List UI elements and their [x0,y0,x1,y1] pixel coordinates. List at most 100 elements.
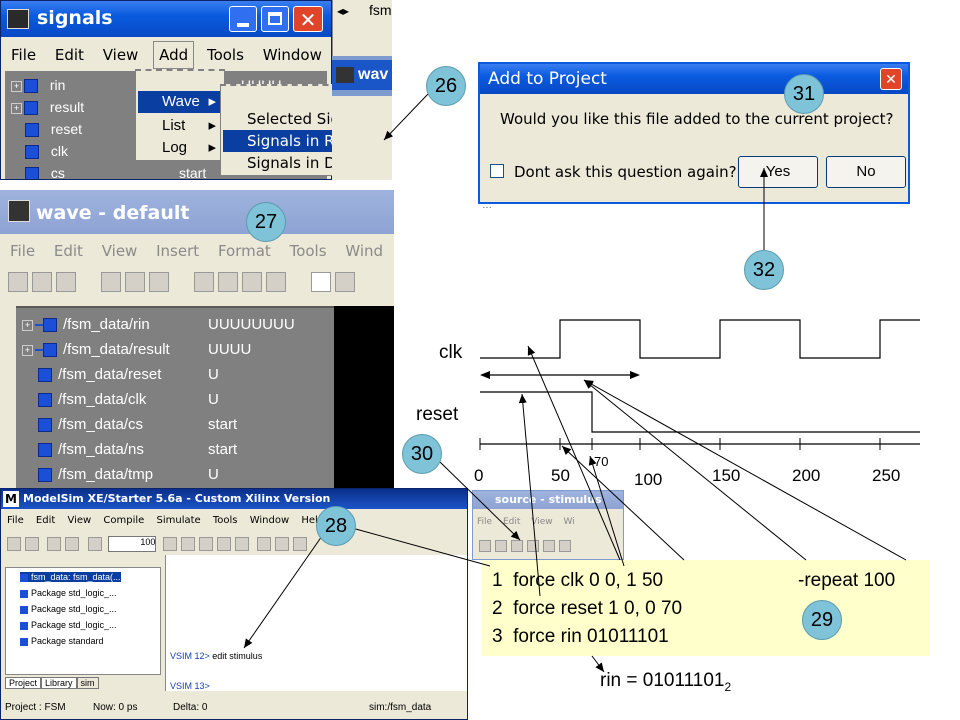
zoom-field[interactable]: 100 [108,535,157,552]
wave-signal-row[interactable]: /fsm_data/ns start [38,441,237,463]
menu-simulate[interactable]: Simulate [157,513,201,529]
expand-icon[interactable]: + [11,80,22,92]
step-icon[interactable] [162,536,177,551]
nav-arrows-icon[interactable]: ◂▸ [337,4,349,18]
menu-window[interactable]: Window [250,513,289,529]
fsm-tab[interactable]: fsm [369,2,392,18]
menu-file[interactable]: File [477,515,492,529]
menu-add[interactable]: Add [153,41,195,69]
pointer-icon[interactable] [310,272,331,292]
close-button[interactable]: ✕ [293,6,323,32]
signal-row-cs[interactable]: cs start [25,165,206,179]
menu-window[interactable]: Wi [563,515,574,529]
menu-format[interactable]: Format [218,238,271,264]
run-all-icon[interactable] [198,536,213,551]
menu-window[interactable]: Wind [345,238,383,264]
wave-signal-name: /fsm_data/clk [58,391,147,408]
break-icon[interactable] [216,536,231,551]
copy-icon[interactable] [543,539,555,552]
cut-icon[interactable] [100,272,121,292]
menu-tools[interactable]: Tools [213,513,238,529]
signal-row-rin[interactable]: + rin UUUU [11,77,281,99]
menu-edit[interactable]: Edit [54,238,83,264]
move-left-icon[interactable] [241,272,262,292]
restart-icon[interactable] [257,536,272,551]
copy-icon[interactable] [124,272,145,292]
paste-icon[interactable] [65,536,80,551]
workspace-tree-item[interactable]: Package std_logic_... [20,620,117,630]
add-menu-list[interactable]: List ▸ [138,115,222,137]
tab-library[interactable]: Library [41,677,77,689]
menu-view[interactable]: View [102,238,138,264]
expand-icon[interactable]: + [22,319,33,331]
transcript-pane[interactable]: VSIM 12> edit stimulus VSIM 13> [165,555,467,691]
tab-sim[interactable]: sim [76,677,99,689]
menu-tools[interactable]: Tools [290,238,327,264]
add-menu-wave[interactable]: Wave ▸ [138,91,222,113]
clk-waveform [480,319,920,359]
add-menu-log[interactable]: Log ▸ [138,137,222,159]
delete-icon[interactable] [217,272,238,292]
save-icon[interactable] [25,536,39,551]
code-line-1: 1 force clk 0 0, 1 50 [492,570,664,591]
paste-icon[interactable] [559,539,571,552]
menu-edit[interactable]: Edit [55,42,84,68]
cut-icon[interactable] [527,539,539,552]
menu-view[interactable]: View [103,42,139,68]
wave-signal-row[interactable]: /fsm_data/cs start [38,416,237,438]
copy-icon[interactable] [47,536,62,551]
minimize-button[interactable] [229,6,257,32]
wave-signal-row[interactable]: /fsm_data/tmp U [38,466,219,488]
menu-compile[interactable]: Compile [103,513,144,529]
open-folder-icon[interactable] [8,272,28,292]
workspace-tree-item[interactable]: Package standard [20,636,104,646]
signal-row-result[interactable]: + result [11,99,84,121]
wave-signal-row[interactable]: + /fsm_data/result UUUU [22,341,251,363]
dont-ask-checkbox[interactable] [490,164,504,178]
insert-icon[interactable] [193,272,214,292]
step-into-icon[interactable] [293,536,308,551]
menu-window[interactable]: Window [263,42,322,68]
run-icon[interactable] [180,536,195,551]
compile-icon[interactable] [87,536,102,551]
bus-icon [35,324,43,327]
print-icon[interactable] [56,272,76,292]
maximize-button[interactable] [261,6,289,32]
menu-view[interactable]: View [67,513,91,529]
paste-icon[interactable] [148,272,169,292]
step-over-icon[interactable] [275,536,290,551]
menu-file[interactable]: File [11,42,36,68]
no-button[interactable]: No [826,156,906,188]
save-icon[interactable] [32,272,52,292]
signal-icon [43,343,57,358]
open-icon[interactable] [7,536,21,551]
zoom-icon[interactable] [334,272,355,292]
wave-signal-row[interactable]: /fsm_data/clk U [38,391,219,413]
menu-file[interactable]: File [10,238,35,264]
bus-icon [35,349,43,352]
menu-edit[interactable]: Edit [36,513,55,529]
wave-signal-row[interactable]: + /fsm_data/rin UUUUUUUU [22,316,295,338]
signal-row-clk[interactable]: clk [25,143,68,165]
menu-view[interactable]: View [531,515,552,529]
workspace-tree-item[interactable]: fsm_data: fsm_data(... [20,572,121,582]
menu-file[interactable]: File [7,513,24,529]
signal-row-reset[interactable]: reset [25,121,82,143]
dialog-close-button[interactable]: ✕ [880,68,902,90]
yes-button[interactable]: Yes [738,156,818,188]
tab-project[interactable]: Project [5,677,42,689]
move-right-icon[interactable] [265,272,286,292]
save-icon[interactable] [495,539,507,552]
menu-tools[interactable]: Tools [207,42,244,68]
workspace-tree-item[interactable]: Package std_logic_... [20,588,117,598]
print-icon[interactable] [511,539,523,552]
expand-icon[interactable]: + [11,102,22,114]
menu-insert[interactable]: Insert [156,238,199,264]
open-icon[interactable] [479,539,491,552]
wave-signal-row[interactable]: /fsm_data/reset U [38,366,219,388]
modelsim-toolbar: 100 [5,535,465,553]
menu-edit[interactable]: Edit [503,515,520,529]
workspace-tree-item[interactable]: Package std_logic_... [20,604,117,614]
continue-icon[interactable] [234,536,249,551]
expand-icon[interactable]: + [22,344,33,356]
